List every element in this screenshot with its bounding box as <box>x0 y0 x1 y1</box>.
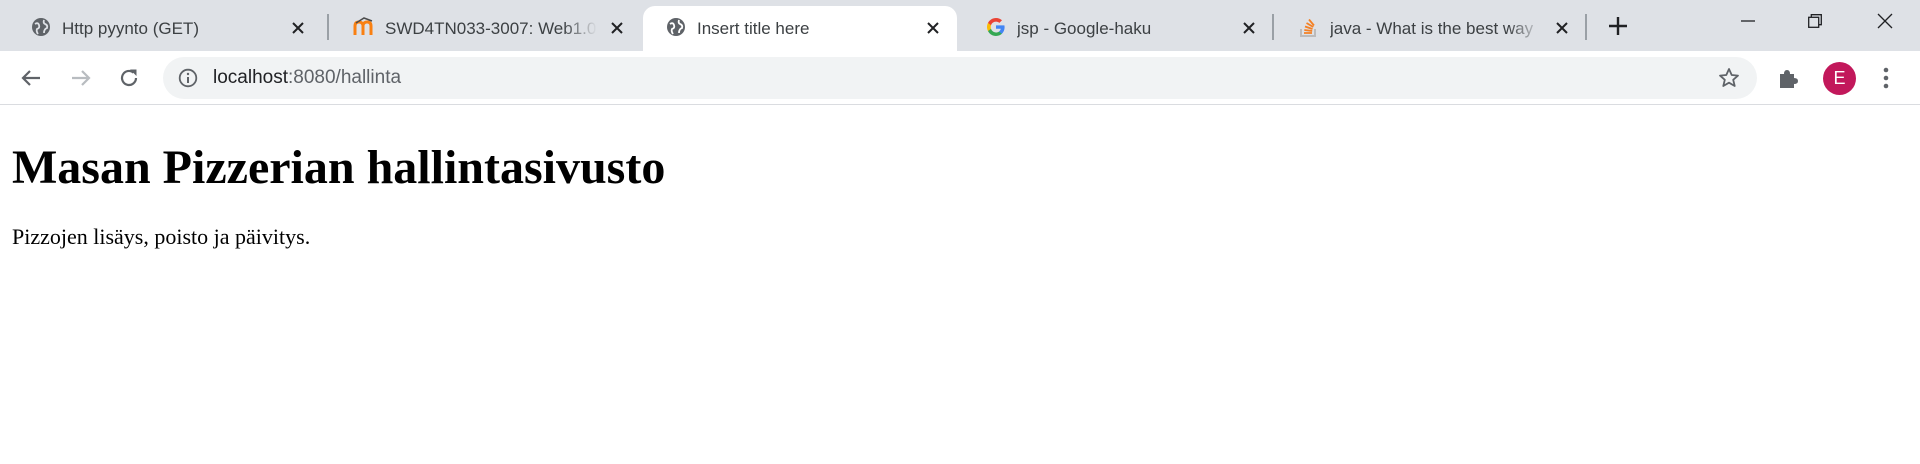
plus-icon <box>1609 17 1627 35</box>
restore-button[interactable] <box>1786 0 1844 42</box>
close-icon[interactable] <box>923 18 943 38</box>
tab-title: java - What is the best way <box>1330 19 1534 38</box>
arrow-right-icon <box>72 70 91 86</box>
google-icon <box>985 16 1007 38</box>
new-tab-button[interactable] <box>1600 10 1636 42</box>
extensions-puzzle-icon[interactable] <box>1774 64 1802 92</box>
tab-jsp-google-haku[interactable]: jsp - Google-haku <box>963 6 1273 51</box>
tab-title: Insert title here <box>697 19 810 38</box>
info-icon[interactable] <box>177 67 199 89</box>
url-host: localhost <box>213 67 288 88</box>
tab-java-best-way[interactable]: java - What is the best way <box>1276 6 1586 51</box>
restore-icon <box>1808 14 1822 28</box>
tab-separator <box>327 14 329 40</box>
kebab-menu-icon[interactable] <box>1876 64 1896 92</box>
globe-icon <box>30 16 52 38</box>
minimize-icon <box>1741 20 1755 22</box>
profile-avatar[interactable]: E <box>1823 62 1856 95</box>
close-icon[interactable] <box>288 18 308 38</box>
page-heading: Masan Pizzerian hallintasivusto <box>12 141 666 194</box>
tab-insert-title-here[interactable]: Insert title here <box>643 6 957 51</box>
forward-button[interactable] <box>62 59 100 97</box>
page-content: Masan Pizzerian hallintasivusto Pizzojen… <box>0 106 1920 464</box>
stackoverflow-icon <box>1298 16 1320 38</box>
back-button[interactable] <box>12 59 50 97</box>
tab-title: Http pyynto (GET) <box>62 19 199 38</box>
bookmark-star-icon[interactable] <box>1717 66 1741 90</box>
tab-swd4tn033[interactable]: SWD4TN033-3007: Web1.0 <box>331 6 641 51</box>
url-path: :8080/hallinta <box>288 67 402 88</box>
tab-http-pyynto[interactable]: Http pyynto (GET) <box>8 6 322 51</box>
tab-separator <box>1272 14 1274 40</box>
tab-title: jsp - Google-haku <box>1017 19 1152 38</box>
arrow-left-icon <box>21 70 40 86</box>
close-icon[interactable] <box>1239 18 1259 38</box>
reload-icon <box>120 69 138 87</box>
browser-toolbar: localhost:8080/hallinta E <box>0 51 1920 105</box>
close-icon[interactable] <box>607 18 627 38</box>
globe-icon <box>665 16 687 38</box>
address-bar[interactable]: localhost:8080/hallinta <box>163 57 1757 99</box>
reload-button[interactable] <box>110 59 148 97</box>
tab-strip: Http pyynto (GET) SWD4TN033-3007: Web1.0… <box>0 0 1920 51</box>
minimize-button[interactable] <box>1719 0 1777 42</box>
close-window-button[interactable] <box>1856 0 1914 42</box>
page-description: Pizzojen lisäys, poisto ja päivitys. <box>12 224 311 249</box>
close-icon <box>1877 13 1893 29</box>
close-icon[interactable] <box>1552 18 1572 38</box>
moodle-icon <box>353 16 375 38</box>
tab-separator <box>1585 14 1587 40</box>
tab-title: SWD4TN033-3007: Web1.0 <box>385 19 597 38</box>
url-text[interactable]: localhost:8080/hallinta <box>213 57 401 99</box>
